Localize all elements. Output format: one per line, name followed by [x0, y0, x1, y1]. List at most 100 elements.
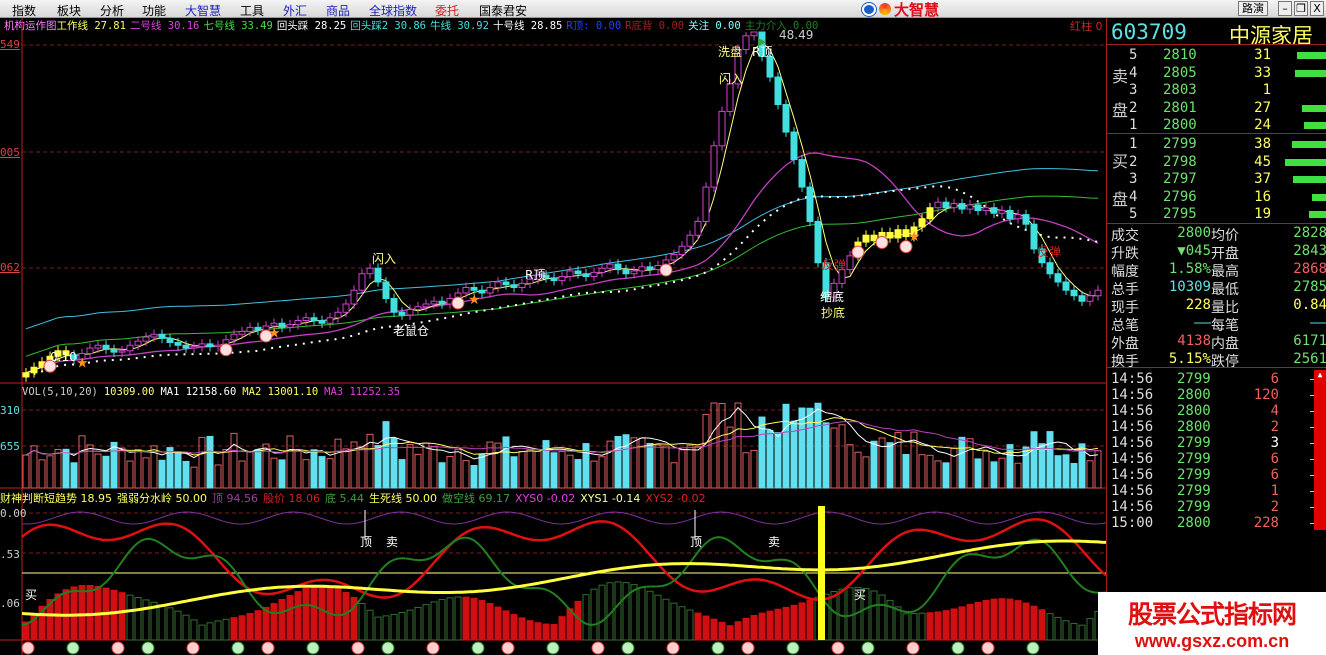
candle-body: [118, 350, 126, 353]
trade-price: 2800: [1177, 387, 1211, 403]
indicator-bar: [78, 585, 86, 641]
volume-bar: [454, 448, 462, 489]
vol-axis-label: 310: [0, 404, 20, 417]
candle-body: [1086, 295, 1094, 302]
chart-annotation: 老鼠仓: [393, 324, 430, 338]
indicator-bar: [926, 612, 934, 641]
scroll-up-icon[interactable]: ▲: [1314, 370, 1326, 379]
volume-bar: [1014, 462, 1022, 489]
volume-bar: [326, 458, 334, 489]
indicator-bar: [702, 615, 710, 641]
candle-body: [134, 340, 142, 346]
indicator-bar: [766, 610, 774, 641]
trade-volume: 6: [1270, 371, 1279, 387]
chart-annotation: 闪入: [719, 72, 744, 86]
candle-body: [166, 337, 174, 344]
smiley-icon: [219, 343, 233, 357]
indicator-bar: [1054, 616, 1062, 641]
trade-volume: 6: [1270, 467, 1279, 483]
stat-value: 4138: [1177, 333, 1211, 349]
level: 5: [1129, 206, 1138, 222]
candle-body: [350, 289, 358, 305]
indicator-bar: [910, 612, 918, 641]
stat-label: 均价: [1211, 228, 1239, 244]
indicator-bar: [614, 581, 622, 641]
candle-body: [334, 311, 342, 319]
indicator-bar: [990, 598, 998, 641]
signal-annotation: 顶: [690, 535, 703, 549]
candle-body: [614, 263, 622, 271]
indicator-bar: [518, 617, 526, 641]
star-icon: ★: [76, 356, 89, 372]
candle-body: [374, 267, 382, 283]
indicator-bar: [1038, 609, 1046, 641]
trade-row: 14:56 2799 6: [1107, 467, 1326, 484]
indicator-bar: [502, 610, 510, 641]
volume-bar: [630, 437, 638, 489]
indicator-bar: [630, 584, 638, 641]
volume-bar: [606, 440, 614, 489]
stat-row: 总笔 —— 每笔 ——: [1107, 315, 1326, 334]
trade-time: 14:56: [1111, 499, 1154, 515]
price: 2810: [1163, 47, 1197, 63]
roadshow-button[interactable]: 路演: [1238, 1, 1268, 16]
indicator-bar: [438, 599, 446, 641]
indicator-bar: [646, 590, 654, 641]
candle-body: [598, 267, 606, 273]
volume-bar: [702, 413, 710, 489]
stat-label: 开盘: [1211, 246, 1239, 262]
indicator-bar: [534, 622, 542, 641]
indicator-bar: [54, 593, 62, 641]
volume: 45: [1254, 153, 1271, 170]
candle-body: [782, 104, 790, 133]
candle-body: [1062, 281, 1070, 291]
indicator-bar: [374, 616, 382, 641]
stat-value: 2561: [1293, 351, 1326, 367]
volume-bar: [422, 442, 430, 489]
trade-price: 2799: [1177, 467, 1211, 483]
candle-body: [566, 270, 574, 277]
stat-label: 最高: [1211, 264, 1239, 280]
indicator-bar: [798, 602, 806, 641]
close-button[interactable]: X: [1310, 1, 1324, 16]
stat-label: 幅度: [1111, 264, 1139, 280]
signal-smiley-icon: [66, 641, 80, 655]
candle-body: [406, 308, 414, 316]
volume-bar: [1309, 211, 1326, 218]
candle-body: [302, 317, 310, 322]
signal-smiley-icon: [786, 641, 800, 655]
stat-value: 2868: [1293, 261, 1326, 277]
candle-body: [294, 320, 302, 326]
trade-price: 2799: [1177, 451, 1211, 467]
chart-canvas[interactable]: ★★★★▶: [0, 0, 1106, 655]
stat-label: 现手: [1111, 300, 1139, 316]
price: 2801: [1163, 99, 1197, 116]
level: 4: [1129, 188, 1138, 205]
stat-value: 2843: [1293, 243, 1326, 259]
level: 1: [1129, 136, 1138, 152]
chart-annotation: 0.10: [50, 350, 77, 364]
volume-bar: [534, 450, 542, 489]
indicator-bar: [478, 600, 486, 641]
minimize-button[interactable]: –: [1278, 1, 1292, 16]
indicator-bar: [806, 599, 814, 641]
vol-axis-label: 655: [0, 440, 20, 453]
volume-bar: [238, 460, 246, 489]
volume-bar: [494, 442, 502, 489]
volume-bar: [1291, 141, 1326, 148]
sell-book: 卖 盘 5 2810 31 4 2805 33 3 2803 1 2 2801 27 1 2800 24: [1107, 44, 1326, 133]
volume-bar: [542, 440, 550, 489]
restore-button[interactable]: ❐: [1294, 1, 1308, 16]
candle-body: [142, 336, 150, 342]
chart-annotation: 缩底: [820, 290, 845, 304]
star-icon: ★: [468, 292, 481, 308]
indicator-bar: [1014, 600, 1022, 641]
candle-body: [702, 186, 710, 222]
indicator-bar: [422, 604, 430, 641]
trade-row: 14:56 2799 6: [1107, 451, 1326, 468]
volume-bar: [174, 451, 182, 489]
candle-body: [286, 324, 294, 328]
volume-bar: [94, 453, 102, 489]
scrollbar[interactable]: ▲: [1314, 370, 1326, 530]
top-line-purple: [21, 511, 1106, 525]
